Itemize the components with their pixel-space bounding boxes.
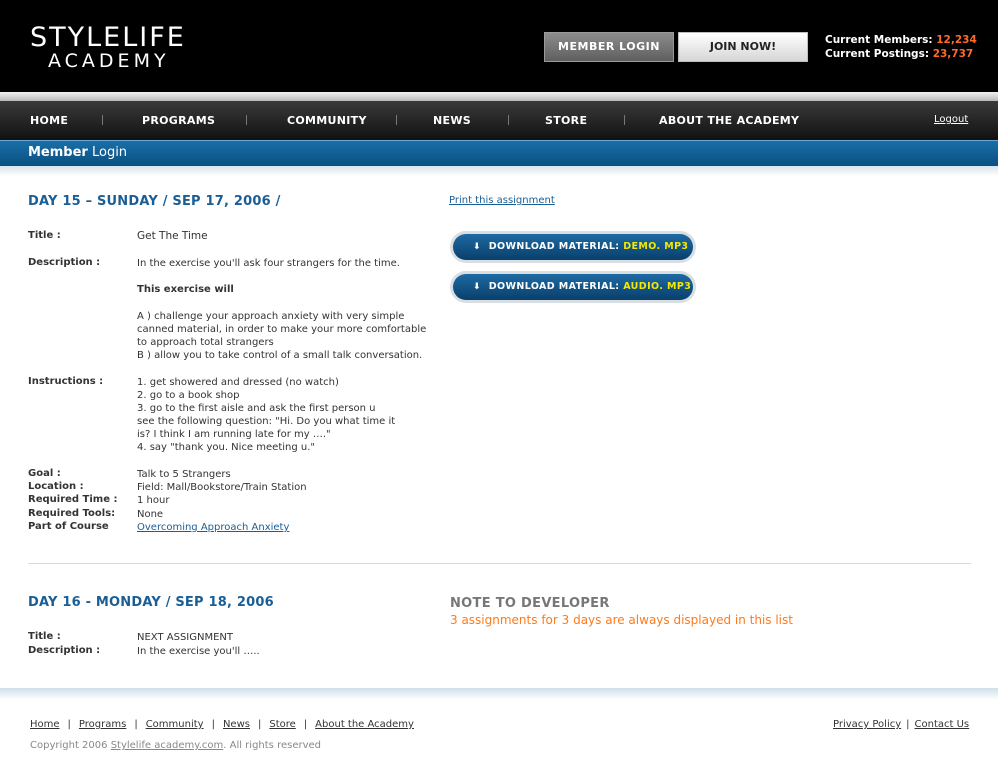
footer-separator: |: [134, 719, 138, 730]
day15-title-label: Title :: [28, 230, 61, 241]
instruction-step: 4. say "thank you. Nice meeting u.": [137, 442, 315, 453]
part-of-course-label: Part of Course: [28, 521, 109, 532]
nav-item-news[interactable]: NEWS: [433, 101, 471, 140]
instructions-list: 1. get showered and dressed (no watch) 2…: [137, 376, 395, 454]
footer-link-store[interactable]: Store: [269, 719, 295, 730]
copyright-pre: Copyright 2006: [30, 740, 108, 751]
footer-separator: |: [211, 719, 215, 730]
section-title: Member Login: [28, 145, 127, 160]
goal-label: Goal :: [28, 468, 61, 479]
nav-separator: [396, 115, 397, 125]
goal-value: Talk to 5 Strangers: [137, 469, 231, 480]
day15-heading: DAY 15 – SUNDAY / SEP 17, 2006 /: [28, 194, 281, 209]
nav-item-store[interactable]: STORE: [545, 101, 587, 140]
day16-description-text: In the exercise you'll …..: [137, 646, 260, 657]
developer-note-body: 3 assignments for 3 days are always disp…: [450, 613, 793, 627]
assignment-divider: [28, 563, 971, 564]
footer-nav: Home | Programs | Community | News | Store | About…: [30, 719, 414, 730]
goal-a-line1: A ) challenge your approach anxiety with…: [137, 311, 405, 322]
download-demo-label: ⬇ DOWNLOAD MATERIAL: DEMO. MP3: [453, 234, 693, 260]
privacy-policy-link[interactable]: Privacy Policy: [833, 719, 901, 730]
required-time-label: Required Time :: [28, 494, 118, 505]
site-header: STYLELIFE ACADEMY MEMBER LOGIN JOIN NOW!…: [0, 0, 998, 92]
nav-item-home[interactable]: HOME: [30, 101, 68, 140]
download-audio-label: ⬇ DOWNLOAD MATERIAL: AUDIO. MP3: [453, 274, 693, 300]
day15-description-text: In the exercise you'll ask four stranger…: [137, 258, 400, 269]
members-count: 12,234: [936, 34, 977, 46]
footer-link-news[interactable]: News: [223, 719, 250, 730]
footer-link-about[interactable]: About the Academy: [315, 719, 414, 730]
day16-title-label: Title :: [28, 631, 61, 642]
nav-separator: [102, 115, 103, 125]
contact-us-link[interactable]: Contact Us: [915, 719, 970, 730]
footer-legal: Privacy Policy | Contact Us: [833, 719, 969, 730]
download-prefix: DOWNLOAD MATERIAL:: [488, 281, 620, 292]
logo-line2: ACADEMY: [48, 50, 170, 72]
logo-line1: STYLELIFE: [30, 22, 186, 53]
instruction-step-cont: is? I think I am running late for my ….": [137, 429, 331, 440]
copyright-site-link[interactable]: Stylelife academy.com: [111, 740, 224, 751]
day15-instructions-label: Instructions :: [28, 376, 104, 387]
footer-link-community[interactable]: Community: [146, 719, 204, 730]
join-now-button[interactable]: JOIN NOW!: [678, 32, 808, 62]
member-login-button[interactable]: MEMBER LOGIN: [544, 32, 674, 62]
required-tools-value: None: [137, 509, 164, 520]
main-nav: HOME PROGRAMS COMMUNITY NEWS STORE ABOUT…: [0, 101, 998, 140]
required-time-value: 1 hour: [137, 495, 170, 506]
download-arrow-icon: ⬇: [473, 242, 481, 252]
goal-a-line3: to approach total strangers: [137, 337, 274, 348]
nav-item-programs[interactable]: PROGRAMS: [142, 101, 215, 140]
instruction-step: 1. get showered and dressed (no watch): [137, 377, 339, 388]
copyright-post: . All rights reserved: [223, 740, 322, 751]
footer-band: [0, 688, 998, 700]
postings-count: 23,737: [932, 48, 974, 60]
instruction-step-cont: see the following question: "Hi. Do you …: [137, 416, 396, 427]
download-arrow-icon: ⬇: [473, 282, 481, 292]
header-divider-strip: [0, 92, 998, 101]
download-demo-button[interactable]: ⬇ DOWNLOAD MATERIAL: DEMO. MP3: [450, 231, 696, 263]
goal-b: B ) allow you to take control of a small…: [137, 350, 423, 361]
nav-item-community[interactable]: COMMUNITY: [287, 101, 367, 140]
nav-item-about[interactable]: ABOUT THE ACADEMY: [659, 101, 799, 140]
day15-description-label: Description :: [28, 257, 101, 268]
day16-title-value: NEXT ASSIGNMENT: [137, 632, 234, 643]
section-bar-shadow: [0, 166, 998, 176]
nav-separator: [246, 115, 247, 125]
footer-separator: |: [906, 719, 910, 730]
download-prefix: DOWNLOAD MATERIAL:: [488, 241, 620, 252]
footer-separator: |: [67, 719, 71, 730]
download-demo-file: DEMO. MP3: [623, 241, 689, 252]
location-value: Field: Mall/Bookstore/Train Station: [137, 482, 307, 493]
location-label: Location :: [28, 481, 84, 492]
logout-link[interactable]: Logout: [934, 101, 968, 138]
section-title-bar: Member Login: [0, 140, 998, 166]
site-stats: Current Members: 12,234 Current Postings…: [825, 33, 977, 61]
required-tools-label: Required Tools:: [28, 508, 116, 519]
footer-link-home[interactable]: Home: [30, 719, 60, 730]
developer-note-title: NOTE TO DEVELOPER: [450, 596, 610, 611]
instruction-step: 2. go to a book shop: [137, 390, 240, 401]
nav-separator: [624, 115, 625, 125]
course-link[interactable]: Overcoming Approach Anxiety: [137, 521, 289, 534]
footer-separator: |: [303, 719, 308, 730]
section-title-rest: Login: [87, 145, 128, 160]
site-logo[interactable]: STYLELIFE ACADEMY: [30, 24, 230, 71]
footer-separator: |: [257, 719, 262, 730]
nav-separator: [508, 115, 509, 125]
day16-description-label: Description :: [28, 645, 101, 656]
goal-a-line2: canned material, in order to make your m…: [137, 324, 427, 335]
members-label: Current Members:: [825, 34, 933, 46]
exercise-goals: A ) challenge your approach anxiety with…: [137, 310, 426, 362]
postings-label: Current Postings:: [825, 48, 930, 60]
day16-heading: DAY 16 - MONDAY / SEP 18, 2006: [28, 595, 274, 610]
section-title-bold: Member: [28, 145, 88, 160]
copyright: Copyright 2006 Stylelife academy.com. Al…: [30, 740, 321, 751]
footer-link-programs[interactable]: Programs: [79, 719, 126, 730]
print-assignment-link[interactable]: Print this assignment: [449, 195, 555, 206]
day15-title-value: Get The Time: [137, 230, 208, 242]
instruction-step: 3. go to the first aisle and ask the fir…: [137, 403, 376, 414]
exercise-will-heading: This exercise will: [137, 284, 234, 295]
download-audio-button[interactable]: ⬇ DOWNLOAD MATERIAL: AUDIO. MP3: [450, 271, 696, 303]
download-audio-file: AUDIO. MP3: [623, 281, 692, 292]
